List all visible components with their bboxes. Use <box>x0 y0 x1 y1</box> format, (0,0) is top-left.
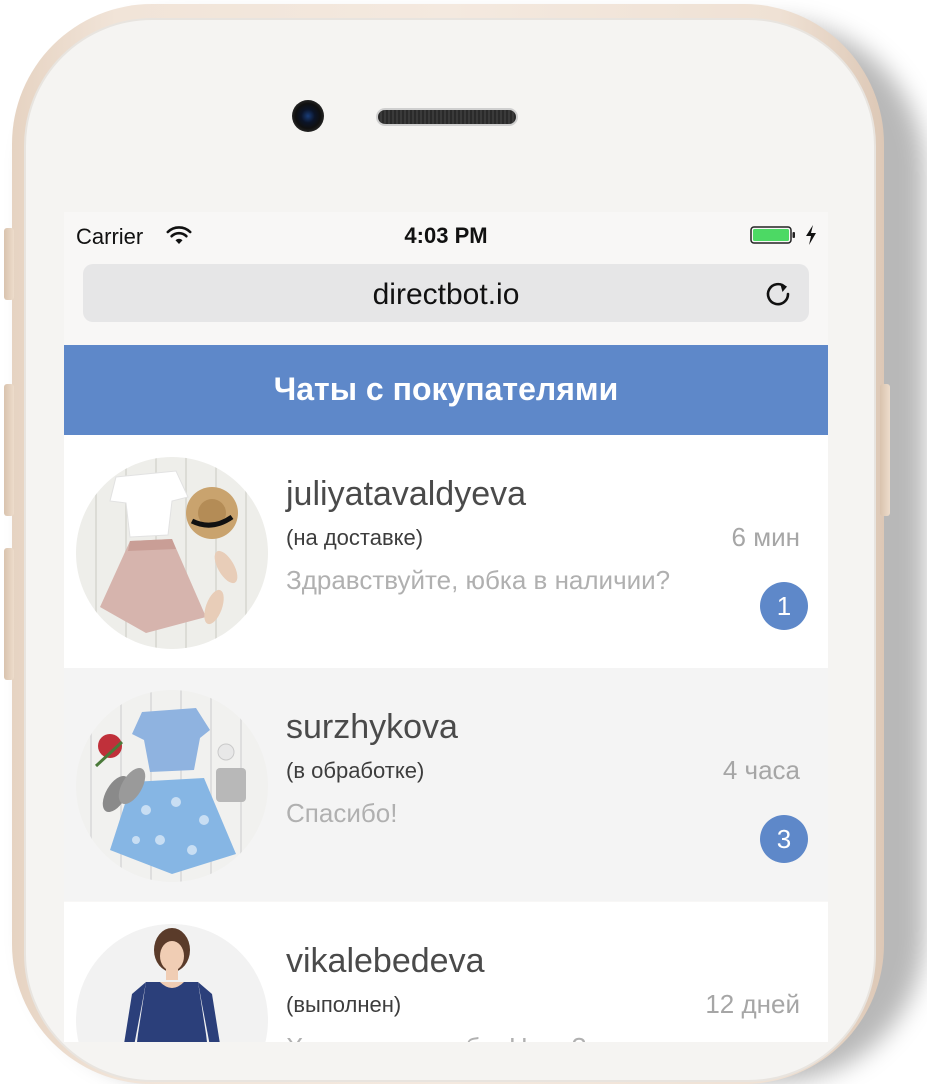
avatar <box>76 924 268 1042</box>
order-status: (выполнен) <box>286 992 402 1017</box>
chat-list-item[interactable]: juliyatavaldyeva (на доставке) 6 мин Здр… <box>64 435 828 668</box>
last-message: Здравствуйте, юбка в наличии? <box>286 565 671 595</box>
volume-up-button <box>4 384 14 516</box>
avatar <box>76 457 268 649</box>
status-time: 4:03 PM <box>404 223 488 248</box>
phone-screen: Carrier 4:03 PM directbot.io Чаты с поку… <box>64 212 828 1042</box>
order-status: (на доставке) <box>286 525 424 550</box>
volume-down-button <box>4 548 14 680</box>
last-message: Спасибо! <box>286 798 398 828</box>
reload-icon[interactable] <box>763 278 793 308</box>
page-title: Чаты с покупателями <box>273 371 619 407</box>
url-text: directbot.io <box>372 278 520 311</box>
last-message: Хорошо, спасибо. Цена? <box>286 1032 586 1042</box>
chat-time: 4 часа <box>722 755 800 785</box>
order-status: (в обработке) <box>286 758 425 783</box>
address-bar[interactable]: directbot.io <box>83 264 809 322</box>
power-button <box>880 384 890 516</box>
chat-username: vikalebedeva <box>286 942 485 980</box>
chat-list-item[interactable]: vikalebedeva (выполнен) 12 дней Хорошо, … <box>64 902 828 1042</box>
battery-icon <box>750 226 795 244</box>
earpiece-speaker <box>376 108 518 126</box>
front-camera-icon <box>292 100 324 132</box>
unread-badge: 3 <box>760 815 808 863</box>
unread-badge: 1 <box>760 582 808 630</box>
chat-time: 12 дней <box>705 989 800 1019</box>
chats-header: Чаты с покупателями <box>64 345 828 435</box>
status-bar: Carrier 4:03 PM <box>64 212 828 258</box>
chat-username: surzhykova <box>286 708 458 746</box>
mute-switch <box>4 228 14 300</box>
avatar <box>76 690 268 882</box>
lightning-bolt-icon <box>806 225 816 245</box>
chat-list-item[interactable]: surzhykova (в обработке) 4 часа Спасибо!… <box>64 668 828 901</box>
chat-time: 6 мин <box>731 522 800 552</box>
chat-username: juliyatavaldyeva <box>286 475 527 513</box>
